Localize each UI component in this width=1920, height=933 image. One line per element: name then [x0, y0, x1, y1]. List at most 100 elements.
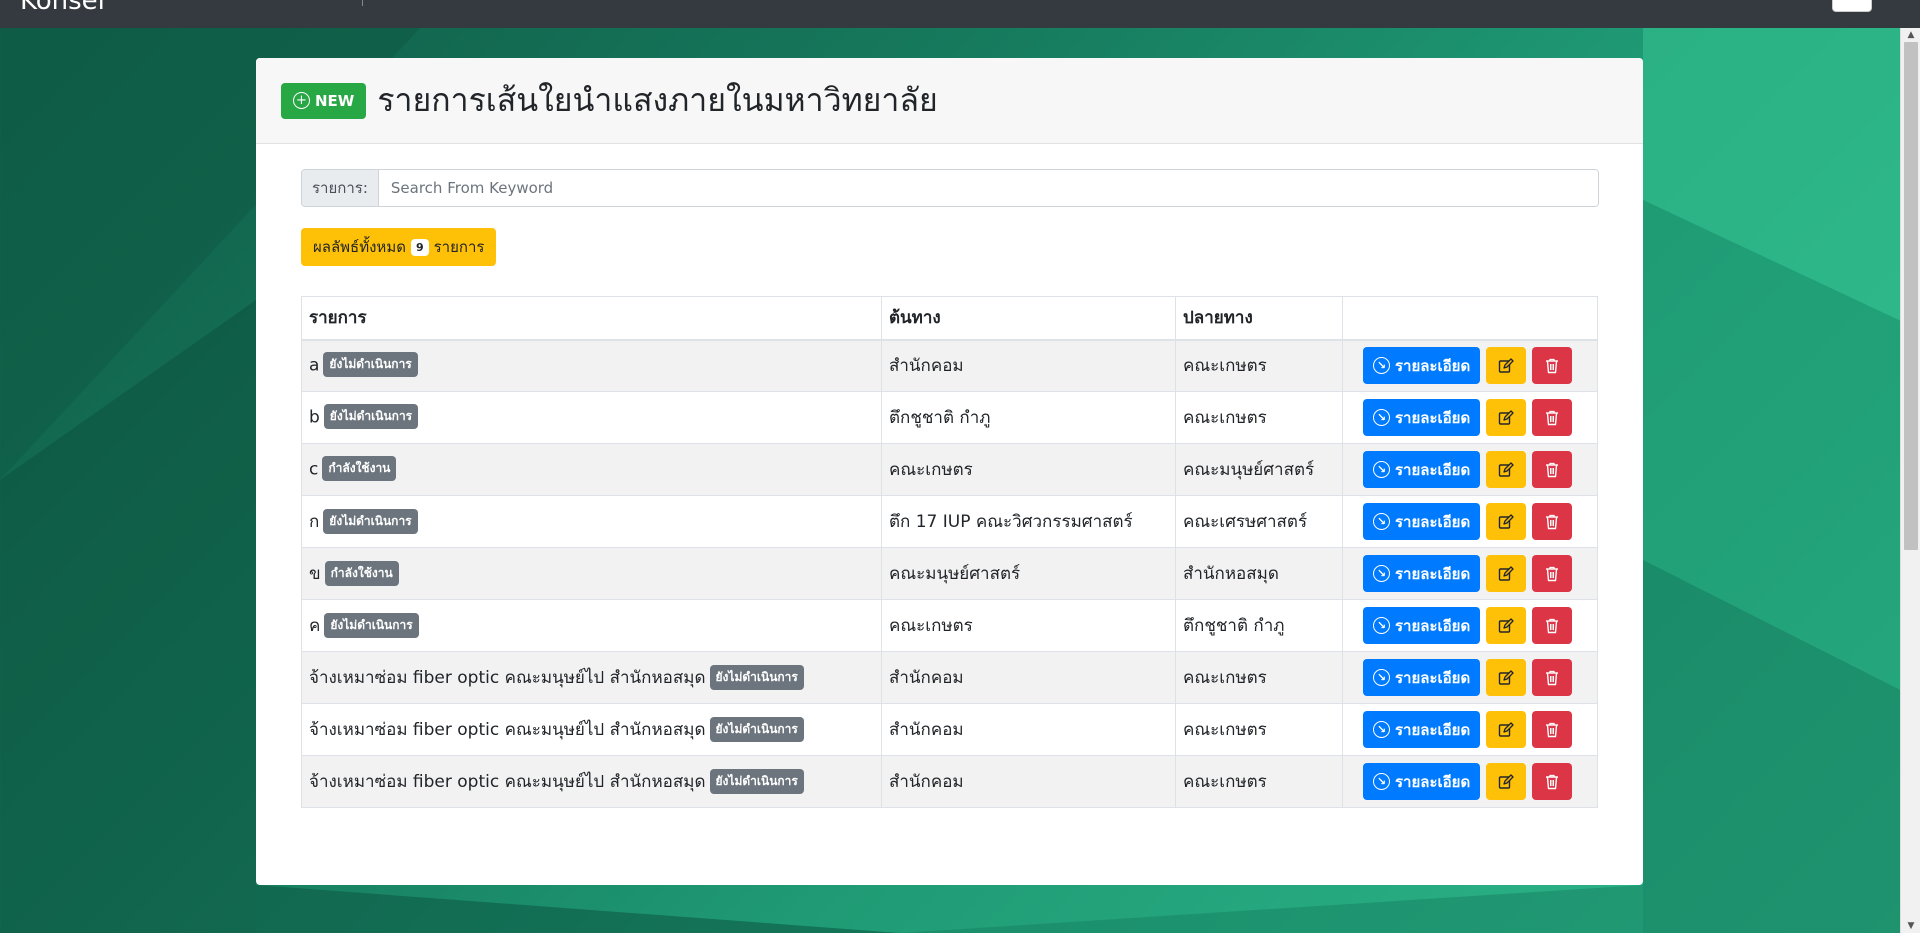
edit-icon: [1498, 617, 1514, 634]
card-body: รายการ: ผลลัพธ์ทั้งหมด 9 รายการ รายการ ต…: [256, 144, 1643, 808]
cell-source: ตึก 17 IUP คณะวิศวกรรมศาสตร์: [881, 495, 1176, 548]
edit-icon: [1498, 513, 1514, 530]
detail-button-label: รายละเอียด: [1395, 460, 1471, 479]
edit-button[interactable]: [1486, 607, 1527, 644]
row-actions: ↘ รายละเอียด: [1350, 347, 1590, 385]
delete-button[interactable]: [1532, 399, 1573, 436]
cell-source: คณะเกษตร: [881, 599, 1176, 652]
cell-source: สำนักคอม: [881, 339, 1176, 392]
header-actions: [1342, 296, 1598, 341]
edit-button[interactable]: [1486, 503, 1527, 540]
page-title: รายการเส้นใยนำแสงภายในมหาวิทยาลัย: [377, 81, 938, 119]
row-name: a: [309, 355, 320, 376]
detail-button[interactable]: ↘ รายละเอียด: [1363, 763, 1481, 800]
header-destination: ปลายทาง: [1175, 296, 1343, 341]
delete-button[interactable]: [1532, 711, 1573, 748]
row-name: b: [309, 407, 320, 428]
row-name: จ้างเหมาซ่อม fiber optic คณะมนุษย์ไป สำน…: [309, 668, 706, 688]
cell-destination: คณะเกษตร: [1175, 339, 1343, 392]
cell-actions: ↘ รายละเอียด: [1342, 339, 1598, 392]
table-body: a ยังไม่ดำเนินการ สำนักคอม คณะเกษตร ↘ รายละเอ…: [301, 339, 1598, 808]
main-card: + NEW รายการเส้นใยนำแสงภายในมหาวิทยาลัย …: [256, 58, 1643, 885]
cell-destination: สำนักหอสมุด: [1175, 547, 1343, 600]
cell-name: a ยังไม่ดำเนินการ: [301, 339, 882, 392]
scroll-up-icon[interactable]: ▲: [1901, 28, 1920, 42]
detail-button[interactable]: ↘ รายละเอียด: [1363, 555, 1481, 592]
scrollbar-thumb[interactable]: [1904, 42, 1918, 550]
row-actions: ↘ รายละเอียด: [1350, 399, 1590, 436]
edit-icon: [1498, 773, 1514, 790]
row-actions: ↘ รายละเอียด: [1350, 607, 1590, 644]
cell-actions: ↘ รายละเอียด: [1342, 703, 1598, 756]
trash-icon: [1545, 358, 1559, 374]
delete-button[interactable]: [1532, 607, 1573, 644]
result-count-badge: ผลลัพธ์ทั้งหมด 9 รายการ: [301, 228, 497, 266]
status-badge: ยังไม่ดำเนินการ: [323, 508, 418, 534]
row-name: ข: [309, 564, 321, 584]
row-name: ก: [309, 512, 320, 532]
arrow-down-right-circle-icon: ↘: [1373, 773, 1390, 790]
cell-source: สำนักคอม: [881, 755, 1176, 808]
arrow-down-right-circle-icon: ↘: [1373, 617, 1390, 634]
row-actions: ↘ รายละเอียด: [1350, 503, 1590, 540]
detail-button-label: รายละเอียด: [1395, 616, 1471, 635]
detail-button[interactable]: ↘ รายละเอียด: [1363, 607, 1481, 644]
delete-button[interactable]: [1532, 503, 1573, 540]
delete-button[interactable]: [1532, 763, 1573, 800]
trash-icon: [1545, 774, 1559, 790]
detail-button[interactable]: ↘ รายละเอียด: [1363, 399, 1481, 436]
detail-button[interactable]: ↘ รายละเอียด: [1363, 711, 1481, 748]
status-badge: ยังไม่ดำเนินการ: [324, 612, 419, 638]
trash-icon: [1545, 566, 1559, 582]
edit-button[interactable]: [1486, 763, 1527, 800]
edit-button[interactable]: [1486, 399, 1527, 436]
cell-destination: คณะเศรษศาสตร์: [1175, 495, 1343, 548]
search-input[interactable]: [378, 170, 1598, 206]
scroll-down-icon[interactable]: ▼: [1901, 919, 1920, 933]
edit-button[interactable]: [1486, 347, 1527, 385]
cell-name: b ยังไม่ดำเนินการ: [301, 391, 882, 444]
detail-button-label: รายละเอียด: [1395, 564, 1471, 583]
plus-circle-icon: +: [293, 92, 310, 109]
edit-icon: [1498, 461, 1514, 478]
cell-actions: ↘ รายละเอียด: [1342, 547, 1598, 600]
trash-icon: [1545, 462, 1559, 478]
detail-button[interactable]: ↘ รายละเอียด: [1363, 659, 1481, 696]
arrow-down-right-circle-icon: ↘: [1373, 461, 1390, 478]
top-navbar: Kohsel: [0, 0, 1920, 28]
row-name: ค: [309, 616, 321, 636]
cell-destination: คณะเกษตร: [1175, 703, 1343, 756]
edit-button[interactable]: [1486, 451, 1527, 488]
status-badge: ยังไม่ดำเนินการ: [323, 404, 419, 429]
edit-button[interactable]: [1486, 659, 1527, 696]
detail-button[interactable]: ↘ รายละเอียด: [1363, 347, 1481, 385]
navbar-toggle-button[interactable]: [1832, 0, 1872, 12]
detail-button[interactable]: ↘ รายละเอียด: [1363, 451, 1481, 488]
result-prefix: ผลลัพธ์ทั้งหมด: [313, 238, 406, 256]
row-actions: ↘ รายละเอียด: [1350, 555, 1590, 592]
delete-button[interactable]: [1532, 659, 1573, 696]
cell-destination: คณะเกษตร: [1175, 651, 1343, 704]
cell-source: คณะเกษตร: [881, 443, 1176, 496]
cell-source: คณะมนุษย์ศาสตร์: [881, 547, 1176, 600]
cell-name: ขกำลังใช้งาน: [301, 547, 882, 600]
brand-logo[interactable]: Kohsel: [20, 0, 105, 16]
edit-button[interactable]: [1486, 555, 1527, 592]
cell-name: จ้างเหมาซ่อม fiber optic คณะมนุษย์ไป สำน…: [301, 651, 882, 704]
new-button[interactable]: + NEW: [281, 82, 367, 119]
edit-icon: [1498, 721, 1514, 738]
status-badge: ยังไม่ดำเนินการ: [709, 664, 804, 690]
detail-button-label: รายละเอียด: [1395, 668, 1471, 687]
vertical-scrollbar[interactable]: ▲ ▼: [1900, 28, 1920, 933]
delete-button[interactable]: [1532, 451, 1573, 488]
delete-button[interactable]: [1532, 555, 1573, 592]
search-label: รายการ:: [302, 170, 379, 206]
trash-icon: [1545, 670, 1559, 686]
detail-button[interactable]: ↘ รายละเอียด: [1363, 503, 1481, 540]
cell-name: c กำลังใช้งาน: [301, 443, 882, 496]
edit-button[interactable]: [1486, 711, 1527, 748]
delete-button[interactable]: [1532, 347, 1573, 385]
table-row: กยังไม่ดำเนินการ ตึก 17 IUP คณะวิศวกรรมศา…: [301, 495, 1598, 548]
detail-button-label: รายละเอียด: [1395, 356, 1471, 375]
cell-actions: ↘ รายละเอียด: [1342, 651, 1598, 704]
